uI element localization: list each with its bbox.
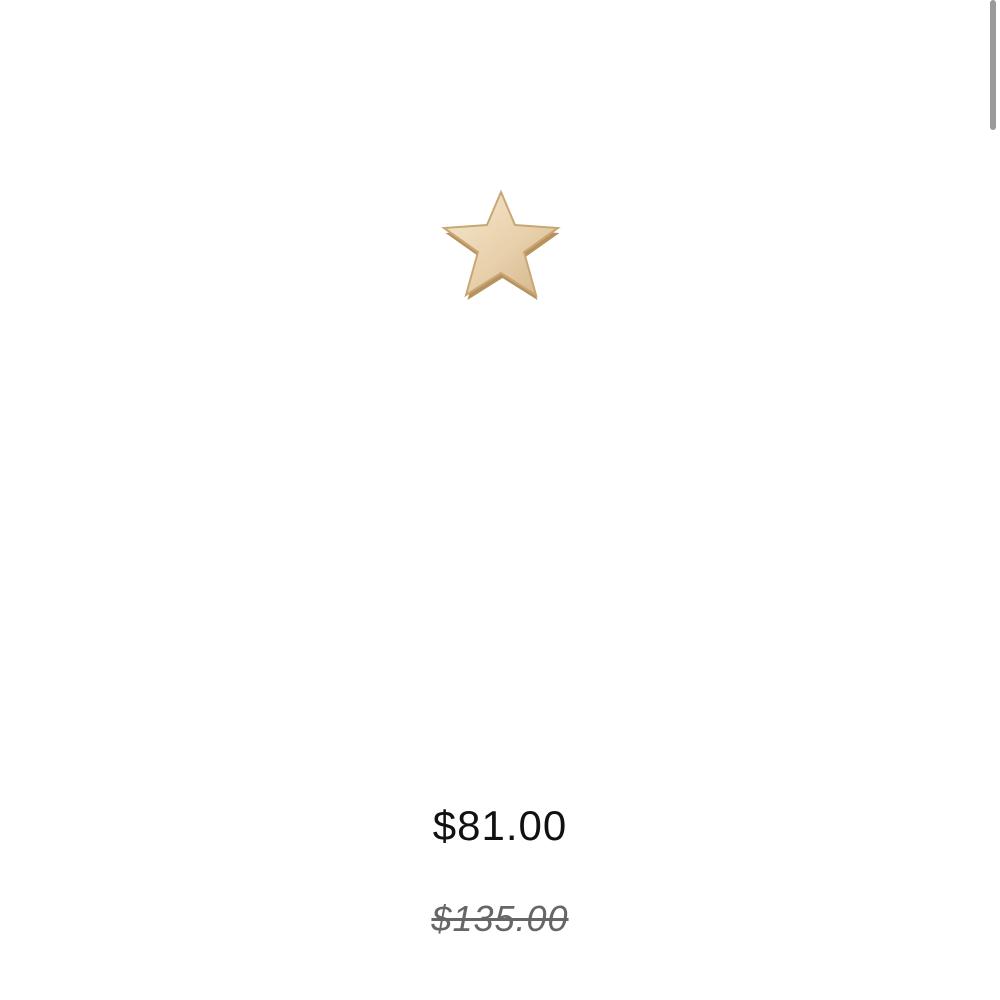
- product-page: $81.00 $135.00: [0, 0, 1000, 1000]
- current-price: $81.00: [432, 802, 568, 849]
- product-image[interactable]: [438, 188, 564, 304]
- gold-star-earring-image: [441, 189, 561, 300]
- original-price: $135.00: [431, 898, 569, 939]
- page-scrollbar[interactable]: [990, 0, 996, 130]
